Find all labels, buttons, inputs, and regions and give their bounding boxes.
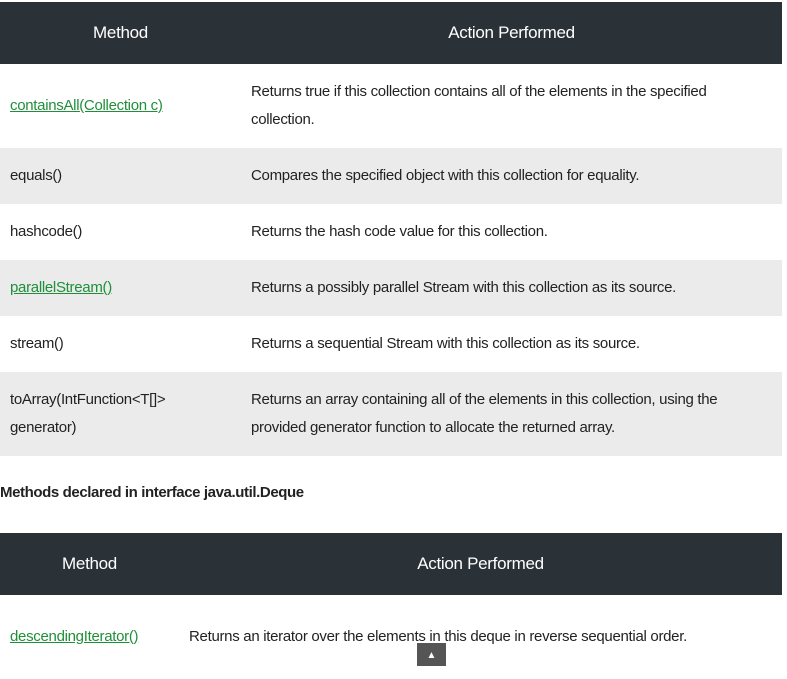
section-title: Methods declared in interface java.util.… [0,484,304,501]
method-link[interactable]: parallelStream() [10,279,112,296]
action-cell: Returns an iterator over the elements in… [189,628,687,645]
action-cell: Returns true if this collection contains… [251,83,707,128]
table-row: containsAll(Collection c) Returns true if… [0,64,782,148]
table-row: toArray(IntFunction<T[]> generator) Retur… [0,372,782,456]
scroll-to-top-button[interactable]: ▲ [417,643,446,666]
method-link[interactable]: containsAll(Collection c) [10,97,163,114]
header-method: Method [0,533,179,595]
action-cell: Returns a sequential Stream with this co… [251,335,640,352]
method-cell: parallelStream() [0,260,241,316]
header-action: Action Performed [179,533,782,595]
method-name: toArray(IntFunction<T[]> generator) [10,391,166,436]
method-cell: toArray(IntFunction<T[]> generator) [0,372,241,456]
method-name: stream() [10,335,64,352]
method-name: hashcode() [10,223,83,240]
collection-methods-table: Method Action Performed containsAll(Coll… [0,2,782,456]
table-row: equals() Compares the specified object wi… [0,148,782,204]
table-row: parallelStream() Returns a possibly paral… [0,260,782,316]
method-name: equals() [10,167,62,184]
arrow-up-icon: ▲ [426,650,437,661]
method-cell: descendingIterator() [0,595,179,679]
table-row: stream() Returns a sequential Stream with… [0,316,782,372]
method-cell: equals() [0,148,241,204]
table-row: descendingIterator() Returns an iterator … [0,595,782,679]
method-cell: stream() [0,316,241,372]
header-method: Method [0,2,241,64]
table-row: hashcode() Returns the hash code value fo… [0,204,782,260]
method-link[interactable]: descendingIterator() [10,628,139,645]
action-cell: Returns an array containing all of the e… [241,372,782,456]
method-cell: hashcode() [0,204,241,260]
deque-methods-table: Method Action Performed descendingIterat… [0,533,782,679]
header-action: Action Performed [241,2,782,64]
action-cell: Returns the hash code value for this col… [251,223,548,240]
action-cell: Compares the specified object with this … [241,148,782,204]
action-cell: Returns a possibly parallel Stream with … [241,260,782,316]
method-cell: containsAll(Collection c) [0,64,241,148]
